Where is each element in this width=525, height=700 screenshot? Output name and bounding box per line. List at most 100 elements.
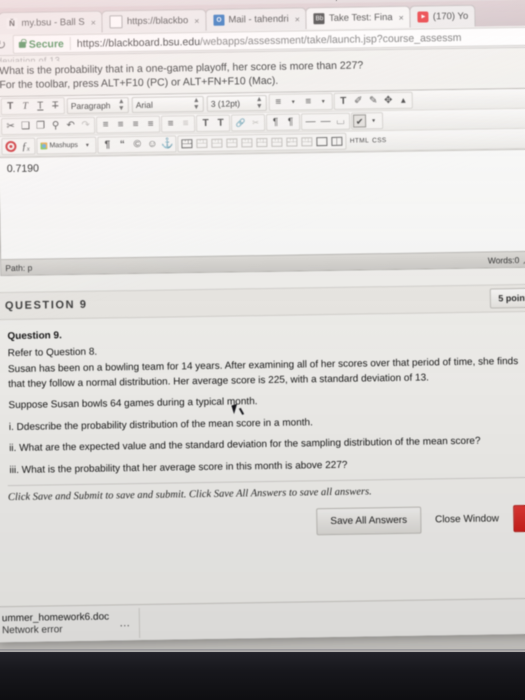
insert-column-before-icon[interactable] bbox=[255, 135, 270, 150]
mashups-label: Mashups bbox=[49, 141, 78, 150]
insert-row-above-icon[interactable] bbox=[210, 136, 225, 151]
tab-close-icon[interactable]: × bbox=[295, 14, 300, 24]
browser-tab-take-test[interactable]: Bb Take Test: Fina × bbox=[305, 5, 412, 30]
spellcheck-dropdown-icon[interactable]: ▾ bbox=[366, 113, 381, 128]
anchor-icon[interactable]: ⚓ bbox=[160, 136, 175, 151]
spellcheck-icon[interactable]: ✔ bbox=[352, 114, 367, 128]
stepper-arrows-icon: ▲ ▼ bbox=[192, 96, 200, 111]
quote-icon[interactable]: “ bbox=[115, 137, 130, 152]
italic-icon[interactable]: T bbox=[18, 99, 33, 114]
align-center-icon[interactable]: ≡ bbox=[113, 117, 128, 132]
bulleted-list-icon[interactable]: ≡ bbox=[271, 95, 286, 110]
download-menu-icon[interactable]: … bbox=[119, 617, 131, 629]
media-group: ƒₓ bbox=[1, 137, 36, 156]
html-source-button[interactable]: HTML bbox=[350, 137, 369, 144]
tab-label: my.bsu - Ball S bbox=[21, 16, 85, 29]
close-window-button[interactable]: Close Window bbox=[431, 506, 503, 532]
remove-link-icon[interactable]: ✂ bbox=[248, 115, 263, 130]
find-icon[interactable]: ⚲ bbox=[48, 118, 63, 133]
align-left-icon[interactable]: ≡ bbox=[98, 117, 113, 132]
fullscreen-icon[interactable]: ✥ bbox=[381, 93, 396, 108]
insert-row-below-icon[interactable] bbox=[225, 135, 240, 150]
split-cell-vertical-icon[interactable] bbox=[330, 134, 345, 149]
emoticon-icon[interactable]: ☺ bbox=[145, 137, 160, 152]
stepper-arrows-icon: ▲ ▼ bbox=[117, 97, 125, 112]
record-icon[interactable] bbox=[3, 139, 18, 154]
split-cell-icon[interactable] bbox=[315, 134, 330, 149]
youtube-icon bbox=[417, 11, 429, 23]
insert-link-icon[interactable]: 🔗 bbox=[233, 115, 248, 130]
rtl-direction-icon[interactable]: ¶ bbox=[283, 114, 298, 129]
bulleted-list-dropdown-icon[interactable]: ▾ bbox=[286, 94, 301, 109]
download-status: Network error bbox=[1, 623, 63, 636]
reload-icon[interactable]: ↻ bbox=[0, 37, 9, 53]
delete-row-icon[interactable] bbox=[240, 135, 255, 150]
tab-close-icon[interactable]: × bbox=[91, 17, 96, 27]
align-justify-icon[interactable]: ≡ bbox=[143, 117, 158, 132]
indent-group: ≡ ≡ bbox=[160, 115, 196, 133]
indent-decrease-icon[interactable]: ≡ bbox=[178, 116, 193, 131]
editor-text-area[interactable]: 0.7190 bbox=[0, 148, 525, 260]
tab-close-icon[interactable]: × bbox=[194, 16, 199, 26]
nonbreaking-space-icon[interactable]: ⌴ bbox=[333, 114, 348, 129]
menubar-item-topic[interactable]: opic bbox=[329, 0, 348, 1]
mashups-button[interactable]: Mashups bbox=[38, 142, 80, 150]
paste-icon[interactable]: ❐ bbox=[33, 118, 48, 133]
tab-label: (170) Yo bbox=[432, 10, 469, 23]
indent-increase-icon[interactable]: ≡ bbox=[163, 116, 178, 131]
ltr-direction-icon[interactable]: ¶ bbox=[268, 115, 283, 130]
delete-column-icon[interactable] bbox=[285, 134, 300, 149]
math-formula-icon[interactable]: ƒₓ bbox=[18, 139, 33, 154]
cut-icon[interactable]: ✂ bbox=[3, 119, 18, 134]
align-right-icon[interactable]: ≡ bbox=[128, 117, 143, 132]
font-family-select[interactable]: Arial ▲ ▼ bbox=[131, 95, 204, 113]
tab-label: Take Test: Fina bbox=[328, 11, 393, 24]
pencil-icon[interactable]: ✎ bbox=[366, 93, 381, 108]
css-source-button[interactable]: CSS bbox=[372, 137, 387, 144]
download-text: ummer_homework6.doc Network error bbox=[2, 611, 110, 637]
browser-tab-mybsu[interactable]: Ň my.bsu - Ball S × bbox=[0, 10, 104, 35]
subscript-icon[interactable]: T bbox=[213, 116, 228, 131]
browser-tab-blackboard-url[interactable]: https://blackbo × bbox=[101, 8, 207, 33]
paragraph-style-select[interactable]: Paragraph ▲ ▼ bbox=[66, 96, 129, 114]
browser-tab-youtube[interactable]: (170) Yo bbox=[409, 4, 476, 28]
font-size-select[interactable]: 3 (12pt) ▲ ▼ bbox=[206, 94, 267, 112]
insert-column-after-icon[interactable] bbox=[270, 135, 285, 150]
rule-group: — — ⌴ bbox=[300, 112, 351, 131]
merge-cells-icon[interactable] bbox=[300, 134, 315, 149]
table-row-properties-icon[interactable] bbox=[195, 136, 210, 151]
menubar-item-window[interactable]: Window bbox=[374, 0, 410, 1]
undo-icon[interactable]: ↶ bbox=[63, 118, 78, 133]
question-part-iii: iii. What is the probability that her av… bbox=[9, 459, 348, 476]
text-color-icon[interactable]: T bbox=[336, 94, 351, 109]
editor-path-label: Path: p bbox=[5, 262, 33, 273]
mashups-dropdown-icon[interactable]: ▾ bbox=[80, 138, 95, 153]
copy-icon[interactable]: ❑ bbox=[18, 119, 33, 134]
tab-close-icon[interactable]: × bbox=[399, 12, 404, 22]
points-badge: 5 points bbox=[490, 287, 525, 309]
save-all-answers-button[interactable]: Save All Answers bbox=[316, 506, 422, 536]
underline-icon[interactable]: T bbox=[33, 98, 48, 113]
question-paragraph-scenario: Susan has been on a bowling team for 14 … bbox=[7, 356, 519, 390]
security-label: Secure bbox=[28, 37, 64, 51]
strikethrough-icon[interactable]: T bbox=[48, 98, 63, 113]
bold-icon[interactable]: T bbox=[3, 99, 18, 114]
save-and-submit-button[interactable]: Save bbox=[512, 504, 525, 533]
line-icon[interactable]: — bbox=[318, 114, 333, 129]
download-item[interactable]: ummer_homework6.doc Network error … bbox=[0, 607, 141, 640]
horizontal-rule-icon[interactable]: — bbox=[303, 114, 318, 129]
superscript-icon[interactable]: T bbox=[198, 116, 213, 131]
redo-icon[interactable]: ↷ bbox=[78, 118, 93, 133]
insert-table-icon[interactable] bbox=[180, 136, 195, 151]
font-size-value: 3 (12pt) bbox=[210, 97, 241, 109]
blackboard-icon: Bb bbox=[313, 13, 325, 25]
highlight-color-icon[interactable]: ✐ bbox=[351, 93, 366, 108]
numbered-list-dropdown-icon[interactable]: ▾ bbox=[316, 94, 331, 109]
mashups-icon bbox=[40, 142, 48, 150]
collapse-toolbar-icon[interactable]: ▲ bbox=[396, 93, 411, 108]
copyright-icon[interactable]: © bbox=[130, 137, 145, 152]
document-icon bbox=[109, 15, 124, 29]
paragraph-mark-icon[interactable]: ¶ bbox=[100, 137, 115, 152]
browser-tab-mail[interactable]: O Mail - tahendri × bbox=[205, 7, 308, 31]
numbered-list-icon[interactable]: ≡ bbox=[301, 94, 316, 109]
